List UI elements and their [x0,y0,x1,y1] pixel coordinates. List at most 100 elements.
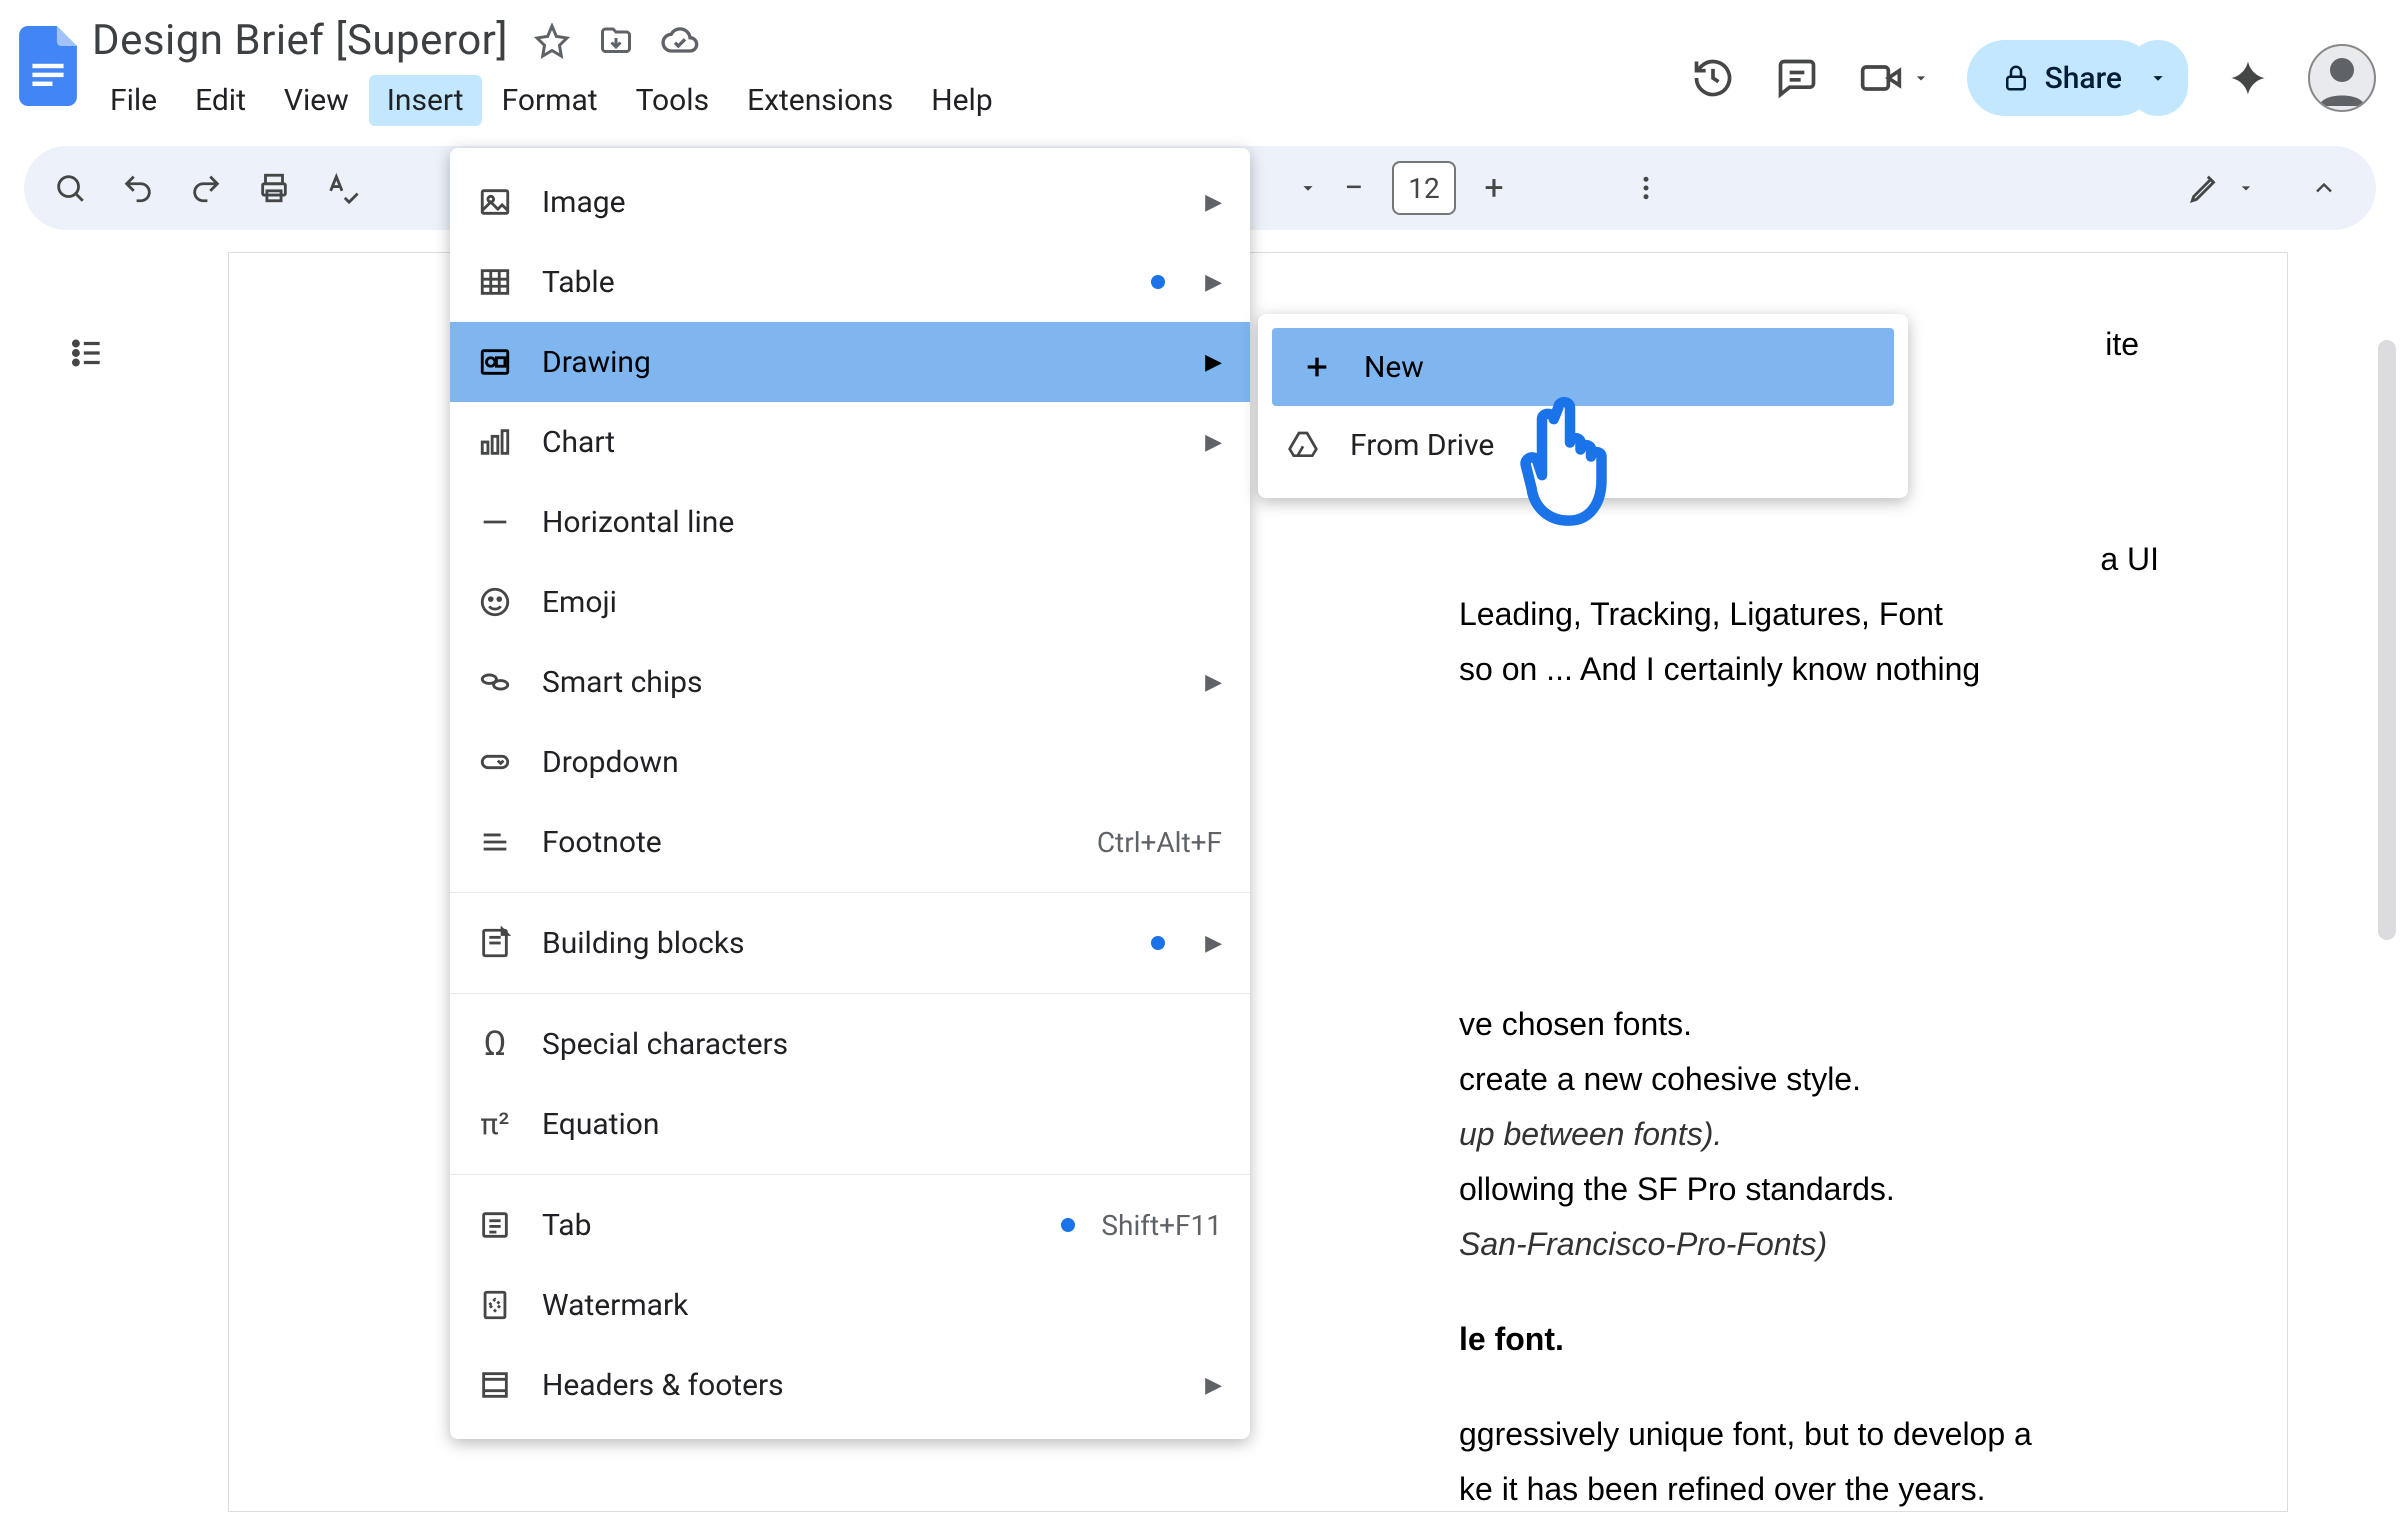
menu-label: Image [542,185,1171,220]
font-dropdown-caret-icon[interactable] [1286,166,1330,210]
menu-label: Chart [542,425,1171,460]
insert-headers-footers[interactable]: Headers & footers ▶ [450,1345,1250,1425]
menu-label: Footnote [542,825,1071,860]
font-size-input[interactable]: 12 [1392,161,1456,215]
table-icon [474,261,516,303]
chart-icon [474,421,516,463]
account-avatar[interactable] [2308,44,2376,112]
insert-emoji[interactable]: Emoji [450,562,1250,642]
menu-label: Horizontal line [542,505,1222,540]
body-line: ke it has been refined over the years. [439,1462,2199,1517]
new-feature-dot [1061,1218,1075,1232]
menu-format[interactable]: Format [484,75,616,126]
insert-watermark[interactable]: Watermark [450,1265,1250,1345]
header: Design Brief [Superor] File Edit View In… [0,0,2400,140]
editing-mode-button[interactable] [2188,171,2256,205]
menu-bar: File Edit View Insert Format Tools Exten… [92,75,1689,126]
menu-help[interactable]: Help [913,75,1010,126]
chevron-right-icon: ▶ [1205,931,1222,956]
menu-label: Smart chips [542,665,1171,700]
insert-special-characters[interactable]: Ω Special characters [450,1004,1250,1084]
building-blocks-icon [474,922,516,964]
redo-icon[interactable] [184,166,228,210]
chevron-right-icon: ▶ [1205,190,1222,215]
insert-chart[interactable]: Chart ▶ [450,402,1250,482]
menu-label: Table [542,265,1125,300]
insert-smart-chips[interactable]: Smart chips ▶ [450,642,1250,722]
insert-horizontal-line[interactable]: Horizontal line [450,482,1250,562]
docs-logo[interactable] [12,18,84,114]
header-actions: Share [1689,40,2376,116]
watermark-icon [474,1284,516,1326]
increase-font-button[interactable]: + [1474,168,1514,208]
move-icon[interactable] [596,21,636,61]
insert-menu: Image ▶ Table ▶ Drawing ▶ Chart ▶ Horizo… [450,148,1250,1439]
tab-icon [474,1204,516,1246]
insert-image[interactable]: Image ▶ [450,162,1250,242]
collapse-toolbar-icon[interactable] [2302,166,2346,210]
menu-label: Special characters [542,1027,1222,1062]
menu-label: Headers & footers [542,1368,1171,1403]
menu-view[interactable]: View [266,75,367,126]
menu-label: Building blocks [542,926,1125,961]
menu-shortcut: Ctrl+Alt+F [1097,826,1222,859]
menu-file[interactable]: File [92,75,175,126]
menu-divider [450,1174,1250,1175]
insert-equation[interactable]: π² Equation [450,1084,1250,1164]
menu-shortcut: Shift+F11 [1101,1209,1222,1242]
cloud-status-icon[interactable] [660,21,700,61]
insert-drawing[interactable]: Drawing ▶ [450,322,1250,402]
decrease-font-button[interactable]: − [1334,168,1374,208]
insert-table[interactable]: Table ▶ [450,242,1250,322]
meet-button[interactable] [1857,54,1931,102]
history-icon[interactable] [1689,54,1737,102]
menu-label: Tab [542,1208,1045,1243]
chevron-right-icon: ▶ [1205,350,1222,375]
insert-building-blocks[interactable]: Building blocks ▶ [450,903,1250,983]
emoji-icon [474,581,516,623]
star-icon[interactable] [532,21,572,61]
more-options-icon[interactable] [1624,166,1668,210]
cursor-pointer-icon [1510,390,1630,530]
menu-divider [450,993,1250,994]
outline-toggle-icon[interactable] [54,320,120,386]
menu-tools[interactable]: Tools [618,75,727,126]
drive-icon [1282,424,1324,466]
menu-extensions[interactable]: Extensions [729,75,911,126]
gemini-icon[interactable] [2224,54,2272,102]
menu-label: Drawing [542,345,1171,380]
title-area: Design Brief [Superor] File Edit View In… [92,12,1689,126]
insert-tab[interactable]: Tab Shift+F11 [450,1185,1250,1265]
menu-label: Watermark [542,1288,1222,1323]
headers-footers-icon [474,1364,516,1406]
print-icon[interactable] [252,166,296,210]
scrollbar[interactable] [2378,340,2396,940]
chevron-right-icon: ▶ [1205,1373,1222,1398]
menu-label: New [1364,350,1866,385]
search-icon[interactable] [48,166,92,210]
spellcheck-icon[interactable] [320,166,364,210]
dropdown-icon [474,741,516,783]
insert-dropdown[interactable]: Dropdown [450,722,1250,802]
chevron-right-icon: ▶ [1205,670,1222,695]
horizontal-line-icon [474,501,516,543]
video-icon [1857,54,1905,102]
pi-icon: π² [474,1103,516,1145]
insert-footnote[interactable]: Footnote Ctrl+Alt+F [450,802,1250,882]
menu-edit[interactable]: Edit [177,75,264,126]
document-title[interactable]: Design Brief [Superor] [92,16,508,65]
undo-icon[interactable] [116,166,160,210]
menu-insert[interactable]: Insert [369,75,482,126]
menu-label: Emoji [542,585,1222,620]
plus-icon [1296,346,1338,388]
footnote-icon [474,821,516,863]
new-feature-dot [1151,936,1165,950]
omega-icon: Ω [474,1023,516,1065]
chevron-right-icon: ▶ [1205,270,1222,295]
comments-icon[interactable] [1773,54,1821,102]
font-size-control: − 12 + [1334,161,1514,215]
image-icon [474,181,516,223]
smart-chips-icon [474,661,516,703]
share-dropdown[interactable] [2128,40,2188,116]
share-label: Share [2045,61,2122,96]
